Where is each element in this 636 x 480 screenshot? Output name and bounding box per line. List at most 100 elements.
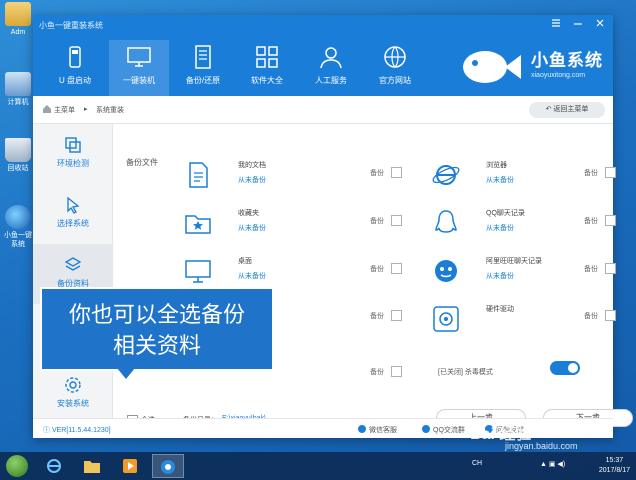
wechat-support-link[interactable]: 微信客服 [358, 425, 397, 435]
xiaoyu-app-icon [161, 460, 175, 474]
tray-icons[interactable]: ▲ ▣ ◀) [540, 460, 565, 468]
sidebar-item-label: 安装系统 [57, 399, 89, 408]
sidebar-item-select-system[interactable]: 选择系统 [33, 184, 113, 244]
system-clock[interactable]: 15:37 2017/8/17 [599, 456, 630, 476]
link-label: QQ交流群 [433, 427, 465, 434]
qq-icon [422, 425, 430, 433]
globe-icon [384, 46, 406, 68]
callout-line-2: 相关资料 [112, 333, 201, 358]
backup-item-wangwang: 阿里旺旺聊天记录 从未备份 [431, 256, 621, 296]
nav-support[interactable]: 人工服务 [301, 40, 361, 96]
backup-checkbox-wangwang[interactable] [605, 263, 616, 274]
nav-one-click-install[interactable]: 一键装机 [109, 40, 169, 96]
home-icon [43, 105, 51, 113]
nav-backup-restore[interactable]: 备份/还原 [173, 40, 233, 96]
backup-text: 备份 [584, 266, 598, 273]
sidebar-item-env-check[interactable]: 环境检测 [33, 124, 113, 184]
breadcrumb-current: 系统重装 [96, 107, 124, 114]
window-header: 小鱼一键重装系统 U 盘启动 一键装机 备份/还原 软件大全 人工服务 官方网站… [33, 15, 613, 96]
backup-text: 备份 [584, 313, 598, 320]
document-icon [189, 162, 208, 188]
monitor-icon [127, 47, 151, 67]
item-status: 从未备份 [238, 225, 266, 232]
support-person-icon [320, 47, 342, 69]
layers-icon [64, 257, 82, 271]
sidebar-item-install[interactable]: 安装系统 [33, 364, 113, 424]
computer-icon [5, 72, 31, 96]
antivirus-mode-toggle[interactable] [550, 361, 580, 375]
close-button[interactable] [593, 18, 607, 30]
backup-checkbox-documents[interactable] [391, 167, 402, 178]
backup-checkbox-browser[interactable] [605, 167, 616, 178]
backup-checkbox-favorites[interactable] [391, 215, 402, 226]
clock-date: 2017/8/17 [598, 467, 630, 474]
backup-item-drivers: 硬件驱动 [431, 304, 621, 344]
taskbar-ie[interactable] [38, 454, 70, 478]
input-language[interactable]: CH [472, 460, 482, 467]
item-status: 从未备份 [486, 273, 514, 280]
folder-icon [84, 461, 100, 473]
logo-title: 小鱼系统 [531, 51, 603, 70]
desktop-icon-xiaoyu[interactable]: 小鱼一键系统 [2, 205, 34, 249]
nav-official-site[interactable]: 官方网站 [365, 40, 425, 96]
recycle-bin-icon [5, 138, 31, 162]
qq-group-link[interactable]: QQ交流群 [422, 425, 465, 435]
backup-checkbox-drivers[interactable] [605, 310, 616, 321]
item-status: 从未备份 [238, 177, 266, 184]
xiaoyu-app-icon [5, 205, 31, 229]
item-name: 硬件驱动 [486, 306, 514, 313]
desktop-icon-label: 回收站 [7, 165, 29, 172]
fish-logo-icon [463, 51, 521, 83]
back-to-main-button[interactable]: ↶ 返回主菜单 [529, 102, 605, 118]
backup-text: 备份 [370, 313, 384, 320]
section-label: 备份文件 [126, 158, 158, 167]
desktop-icon-computer[interactable]: 计算机 [2, 72, 34, 107]
item-status: 从未备份 [238, 273, 266, 280]
wangwang-chat-icon [435, 260, 457, 282]
nav-label: 软件大全 [251, 76, 283, 85]
pointer-icon [67, 196, 80, 214]
nav-usb-boot[interactable]: U 盘启动 [45, 40, 105, 96]
qq-penguin-icon [435, 210, 457, 233]
window-title: 小鱼一键重装系统 [39, 21, 103, 30]
nav-label: 一键装机 [123, 76, 155, 85]
taskbar-explorer[interactable] [76, 454, 108, 478]
item-name: 阿里旺旺聊天记录 [486, 258, 542, 265]
toggle-knob [568, 363, 578, 373]
desktop-icon-label: 计算机 [7, 99, 29, 106]
server-icon [195, 45, 211, 69]
breadcrumb-home[interactable]: 主菜单 [54, 105, 75, 115]
backup-text: 备份 [370, 170, 384, 177]
desktop-monitor-icon [185, 260, 211, 283]
desktop-icon-admin[interactable]: Adm [2, 2, 34, 37]
back-button-label: 返回主菜单 [553, 106, 589, 113]
backup-checkbox-5[interactable] [391, 366, 402, 377]
backup-checkbox-4[interactable] [391, 310, 402, 321]
item-name: 桌面 [238, 258, 252, 265]
desktop-icon-recycle-bin[interactable]: 回收站 [2, 138, 34, 173]
gear-icon [65, 377, 81, 393]
start-button[interactable] [6, 455, 28, 477]
antivirus-mode-label: [已关闭] 杀毒模式 [438, 369, 493, 376]
folder-icon [5, 2, 31, 26]
favorites-folder-icon [185, 215, 211, 234]
minimize-button[interactable] [571, 18, 585, 30]
backup-text: 备份 [370, 218, 384, 225]
taskbar-media[interactable] [114, 454, 146, 478]
taskbar-xiaoyu[interactable] [152, 454, 184, 478]
nav-software[interactable]: 软件大全 [237, 40, 297, 96]
brand-logo: 小鱼系统 xiaoyuxitong.com [453, 42, 603, 92]
desktop-icon-label: Adm [10, 29, 26, 36]
logo-subtitle: xiaoyuxitong.com [531, 72, 586, 79]
backup-checkbox-desktop[interactable] [391, 263, 402, 274]
minimize-icon [574, 23, 582, 25]
backup-checkbox-qq[interactable] [605, 215, 616, 226]
hardware-driver-icon [433, 306, 459, 332]
menu-button[interactable] [549, 18, 563, 30]
version-text: VER[11.5.44.1230] [51, 427, 111, 434]
close-icon [596, 19, 604, 27]
item-name: 我的文档 [238, 162, 266, 169]
version-label: ⓘ VER[11.5.44.1230] [43, 427, 111, 434]
nav-label: 备份/还原 [185, 76, 221, 85]
taskbar: CH ▲ ▣ ◀) 15:37 2017/8/17 [0, 452, 636, 480]
